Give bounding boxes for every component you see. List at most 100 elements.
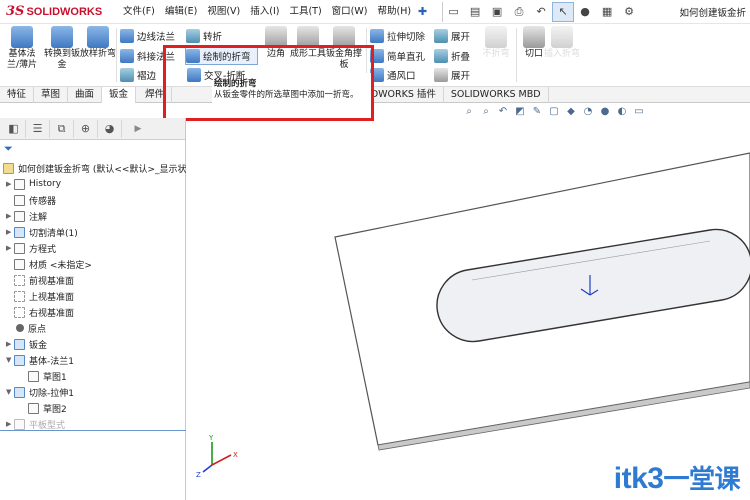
view-orientation-icon[interactable]: ▢ [547,104,561,118]
select-pointer-icon[interactable]: ↖ [552,1,575,22]
graphics-viewport[interactable]: Y X Z [187,120,750,500]
edge-flange-button[interactable]: 边线法兰 [120,27,175,45]
tree-item-sensors[interactable]: 传感器 [6,192,56,208]
expand-arrow-icon[interactable]: ▶ [6,340,14,348]
tree-item-sketch1[interactable]: 草图1 [28,368,67,384]
tab-sheetmetal[interactable]: 钣金 [102,86,137,103]
filter-icon[interactable]: ⏷ [0,140,185,158]
jog-label: 转折 [203,32,223,43]
origin-icon [16,324,24,332]
menu-tools[interactable]: 工具(T) [284,0,326,24]
tree-item-sketch2[interactable]: 草图2 [28,400,67,416]
base-flange-button[interactable]: 基体法兰/薄片 [4,26,40,71]
tree-item-material[interactable]: 材质 <未指定> [6,256,92,272]
tree-item-equations[interactable]: ▶ 方程式 [6,240,56,256]
tree-item-sheetmetal[interactable]: ▶ 钣金 [6,336,47,352]
open-icon[interactable]: ▤ [464,2,486,22]
save-icon[interactable]: ▣ [486,2,508,22]
tree-item-base-flange[interactable]: ▼ 基体-法兰1 [6,352,74,368]
flatten-button[interactable]: 展开 [434,66,470,84]
options-gear-icon[interactable]: ⚙ [618,2,640,22]
tree-item-cut-list[interactable]: ▶ 切割清单(1) [6,224,78,240]
panel-expand-arrow-icon[interactable]: ▶ [132,120,144,138]
menu-file[interactable]: 文件(F) [118,0,160,24]
previous-view-icon[interactable]: ↶ [496,104,510,118]
watermark-cn: 一堂课 [663,464,740,494]
print-icon[interactable]: ⎙ [508,2,530,22]
edge-flange-label: 边线法兰 [137,32,176,43]
tree-item-label: 方程式 [29,244,57,255]
hide-show-items-icon[interactable]: ◔ [581,104,595,118]
zoom-to-area-icon[interactable]: ⌕ [479,104,493,118]
hem-button[interactable]: 褶边 [120,66,156,84]
tree-item-top-plane[interactable]: 上视基准面 [6,288,74,304]
simple-hole-button[interactable]: 简单直孔 [370,47,425,65]
solidworks-logo[interactable]: 3S SOLIDWORKS [0,0,118,24]
no-bends-button[interactable]: 不折弯 [478,26,514,60]
tree-item-cut-extrude[interactable]: ▼ 切除-拉伸1 [6,384,74,400]
sheetmetal-icon [14,338,25,350]
extruded-cut-button[interactable]: 拉伸切除 [370,27,425,45]
feature-tree-tab-icon[interactable]: ◧ [2,119,26,138]
dimxpert-tab-icon[interactable]: ⊕ [74,119,98,138]
dynamic-annotation-icon[interactable]: ✎ [530,104,544,118]
vent-button[interactable]: 通风口 [370,66,416,84]
jog-button[interactable]: 转折 [186,27,222,45]
history-icon [14,178,25,190]
zoom-to-fit-icon[interactable]: ⌕ [462,104,476,118]
pin-icon[interactable]: ✚ [418,5,430,18]
tree-item-label: 前视基准面 [29,276,75,287]
configuration-manager-tab-icon[interactable]: ⧉ [50,119,74,138]
view-settings-icon[interactable]: ▭ [632,104,646,118]
miter-flange-icon [120,49,134,63]
lofted-bend-button[interactable]: 放样折弯 [80,26,116,60]
display-manager-tab-icon[interactable]: ◕ [98,119,122,138]
edge-flange-icon [120,29,134,43]
fold-button[interactable]: 折叠 [434,47,470,65]
tab-surfaces[interactable]: 曲面 [68,86,103,103]
file-properties-icon[interactable]: ▦ [596,2,618,22]
tree-item-annotations[interactable]: ▶ 注解 [6,208,47,224]
insert-bends-icon [551,26,573,48]
base-flange-icon [11,26,33,48]
tree-item-origin[interactable]: 原点 [6,320,46,336]
simple-hole-label: 简单直孔 [387,52,426,63]
convert-to-sheetmetal-button[interactable]: 转换到钣金 [44,26,80,71]
cut-list-icon [14,226,25,238]
new-document-icon[interactable]: ▭ [442,1,464,22]
expand-arrow-icon[interactable]: ▶ [6,228,14,236]
edit-appearance-icon[interactable]: ● [598,104,612,118]
tree-item-label: 右视基准面 [29,308,75,319]
rollback-bar[interactable] [0,430,186,431]
collapse-arrow-icon[interactable]: ▼ [6,356,14,364]
section-view-icon[interactable]: ◩ [513,104,527,118]
feature-manager-panel: ◧ ☰ ⧉ ⊕ ◕ ▶ ⏷ 如何创建钣金折弯 (默认<<默认>_显示状 ▶ Hi… [0,118,187,500]
undo-icon[interactable]: ↶ [530,2,552,22]
tree-item-label: 基体-法兰1 [29,356,74,367]
menu-window[interactable]: 窗口(W) [327,0,373,24]
expand-arrow-icon[interactable]: ▶ [6,212,14,220]
rebuild-icon[interactable]: ● [574,2,596,22]
tree-item-label: 草图1 [43,372,67,383]
insert-bends-button[interactable]: 插入折弯 [544,26,580,60]
tab-features[interactable]: 特征 [0,86,35,103]
expand-arrow-icon[interactable]: ▶ [6,180,14,188]
expand-arrow-icon[interactable]: ▶ [6,244,14,252]
unfold-button[interactable]: 展开 [434,27,470,45]
tab-solidworks-mbd[interactable]: SOLIDWORKS MBD [444,86,549,103]
collapse-arrow-icon[interactable]: ▼ [6,388,14,396]
property-manager-tab-icon[interactable]: ☰ [26,119,50,138]
menu-edit[interactable]: 编辑(E) [160,0,202,24]
display-style-icon[interactable]: ◆ [564,104,578,118]
apply-scene-icon[interactable]: ◐ [615,104,629,118]
tree-root[interactable]: 如何创建钣金折弯 (默认<<默认>_显示状 [3,160,187,176]
tree-item-front-plane[interactable]: 前视基准面 [6,272,74,288]
tab-sketch[interactable]: 草图 [34,86,69,103]
expand-arrow-icon[interactable]: ▶ [6,420,14,428]
tree-item-label: 注解 [29,212,48,223]
tree-item-right-plane[interactable]: 右视基准面 [6,304,74,320]
menu-help[interactable]: 帮助(H) [372,0,416,24]
menu-view[interactable]: 视图(V) [202,0,245,24]
tree-item-history[interactable]: ▶ History [6,176,61,192]
menu-insert[interactable]: 插入(I) [245,0,284,24]
